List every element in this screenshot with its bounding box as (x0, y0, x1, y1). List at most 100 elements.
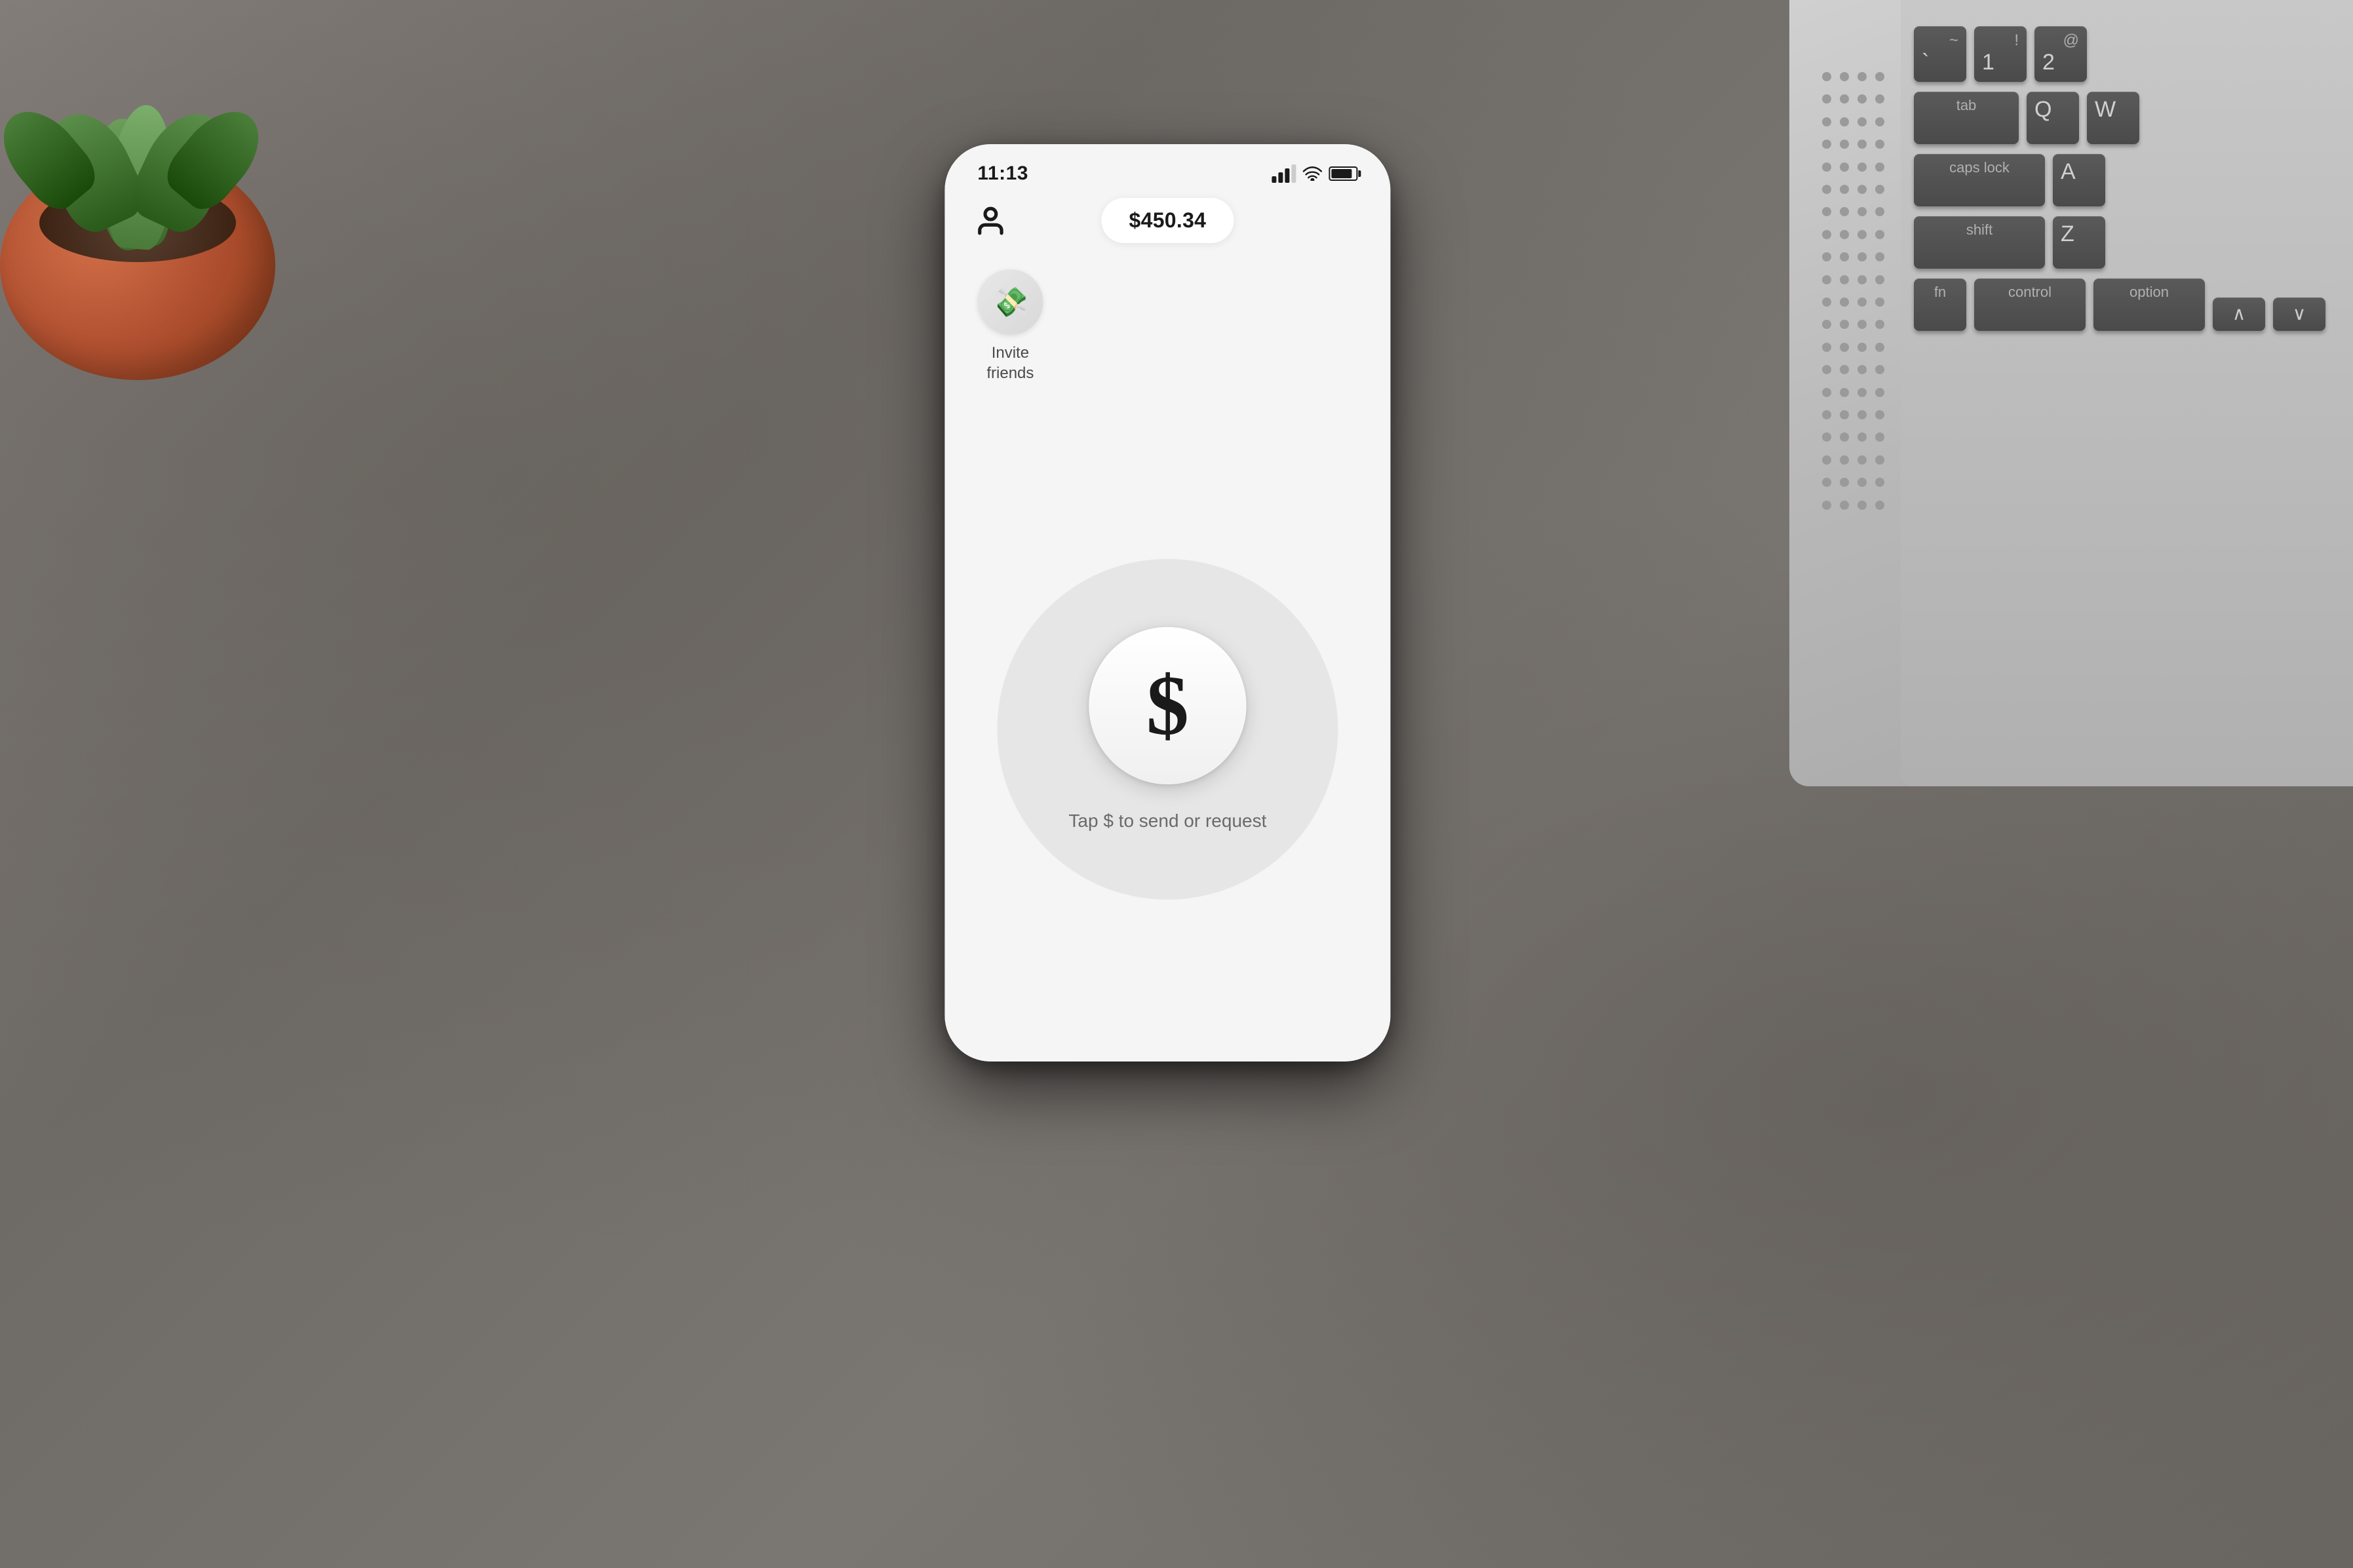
invite-friends-emoji: 💸 (992, 285, 1028, 319)
key-tab[interactable]: tab (1914, 92, 2019, 144)
signal-bar-1 (1272, 176, 1276, 183)
speaker-dot (1840, 388, 1849, 397)
speaker-dot (1875, 94, 1884, 104)
key-capslock[interactable]: caps lock (1914, 154, 2045, 206)
key-option[interactable]: option (2093, 278, 2205, 331)
speaker-dot (1822, 140, 1831, 149)
speaker-dot (1857, 478, 1867, 487)
app-top-row: $450.34 (944, 191, 1390, 256)
speaker-dot (1857, 388, 1867, 397)
speaker-dot (1840, 140, 1849, 149)
speaker-dot (1875, 252, 1884, 261)
speaker-dot (1875, 72, 1884, 81)
speaker-dot (1840, 455, 1849, 465)
speaker-dot (1875, 478, 1884, 487)
key-tilde[interactable]: ~ ` (1914, 26, 1966, 82)
speaker-dot (1857, 94, 1867, 104)
signal-bar-3 (1285, 168, 1289, 183)
speaker-dot (1857, 140, 1867, 149)
battery-icon (1329, 166, 1357, 181)
speaker-dot (1857, 252, 1867, 261)
speaker-dot (1857, 410, 1867, 419)
succulent-plant (0, 0, 393, 380)
speaker-dot (1875, 140, 1884, 149)
key-shift[interactable]: shift (1914, 216, 2045, 269)
speaker-dot (1857, 320, 1867, 329)
invite-friends-item[interactable]: 💸 Invite friends (971, 269, 1049, 383)
key-fn[interactable]: fn (1914, 278, 1966, 331)
speaker-dot (1840, 478, 1849, 487)
key-2[interactable]: @ 2 (2034, 26, 2087, 82)
key-arrow-up[interactable]: ∧ (2213, 297, 2265, 331)
speaker-dot (1875, 455, 1884, 465)
profile-button[interactable] (971, 201, 1010, 240)
speaker-dot (1875, 388, 1884, 397)
wifi-icon (1302, 166, 1322, 181)
speaker-dot (1822, 320, 1831, 329)
speaker-dot (1840, 432, 1849, 442)
speaker-dot (1840, 230, 1849, 239)
key-arrow-down[interactable]: ∨ (2273, 297, 2325, 331)
speaker-dot (1822, 388, 1831, 397)
speaker-dot (1822, 185, 1831, 194)
key-shift-label: shift (1966, 221, 1993, 239)
key-tilde-top: ~ (1949, 31, 1958, 50)
speaker-dot (1875, 432, 1884, 442)
status-time: 11:13 (977, 163, 1028, 185)
speaker-dot (1822, 410, 1831, 419)
speaker-dot (1840, 320, 1849, 329)
speaker-dot (1840, 185, 1849, 194)
speaker-dot (1822, 365, 1831, 374)
plant-leaves (0, 0, 262, 249)
invite-friends-avatar: 💸 (977, 269, 1043, 335)
key-row-4: shift Z (1914, 216, 2340, 269)
balance-amount: $450.34 (1129, 208, 1207, 232)
key-row-5: fn control option ∧ ∨ (1914, 278, 2340, 331)
main-area: $ Tap $ to send or request (944, 396, 1390, 1061)
speaker-dot (1822, 275, 1831, 284)
key-a-main: A (2061, 159, 2076, 185)
key-w[interactable]: W (2087, 92, 2139, 144)
speaker-dot (1840, 275, 1849, 284)
speaker-dot (1822, 117, 1831, 126)
key-a[interactable]: A (2053, 154, 2105, 206)
status-bar: 11:13 (944, 144, 1390, 191)
speaker-dot (1875, 343, 1884, 352)
key-capslock-label: caps lock (1949, 159, 2010, 176)
speaker-dot (1875, 297, 1884, 307)
speaker-dot (1822, 455, 1831, 465)
speaker-dot (1840, 94, 1849, 104)
arrow-down-icon: ∨ (2293, 303, 2306, 324)
speaker-dot (1857, 365, 1867, 374)
speaker-dot (1857, 72, 1867, 81)
balance-pill[interactable]: $450.34 (1102, 198, 1234, 243)
speaker-dot (1822, 252, 1831, 261)
key-q[interactable]: Q (2027, 92, 2079, 144)
friends-section: 💸 Invite friends (944, 256, 1390, 396)
profile-icon (974, 204, 1007, 237)
speaker-dot (1822, 207, 1831, 216)
speaker-dot (1840, 72, 1849, 81)
signal-icon (1272, 164, 1296, 183)
speaker-dot (1875, 163, 1884, 172)
speaker-dot (1822, 343, 1831, 352)
key-1[interactable]: ! 1 (1974, 26, 2027, 82)
key-row-2: tab Q W (1914, 92, 2340, 144)
speaker-dot (1857, 297, 1867, 307)
signal-bar-4 (1291, 164, 1296, 183)
status-icons (1272, 164, 1357, 183)
speaker-dot (1857, 117, 1867, 126)
key-control[interactable]: control (1974, 278, 2086, 331)
speaker-dot (1822, 94, 1831, 104)
key-z[interactable]: Z (2053, 216, 2105, 269)
phone: 11:13 (944, 144, 1390, 1061)
speaker-dot (1840, 163, 1849, 172)
speaker-dot (1875, 185, 1884, 194)
dollar-button[interactable]: $ (1089, 627, 1246, 784)
speaker-dot (1822, 501, 1831, 510)
speaker-dot (1875, 230, 1884, 239)
laptop-body: // Will be rendered via JS below ~ ` ! 1… (1789, 0, 2353, 786)
key-z-main: Z (2061, 221, 2074, 247)
key-row-1: ~ ` ! 1 @ 2 (1914, 26, 2340, 82)
speaker-dot (1857, 207, 1867, 216)
